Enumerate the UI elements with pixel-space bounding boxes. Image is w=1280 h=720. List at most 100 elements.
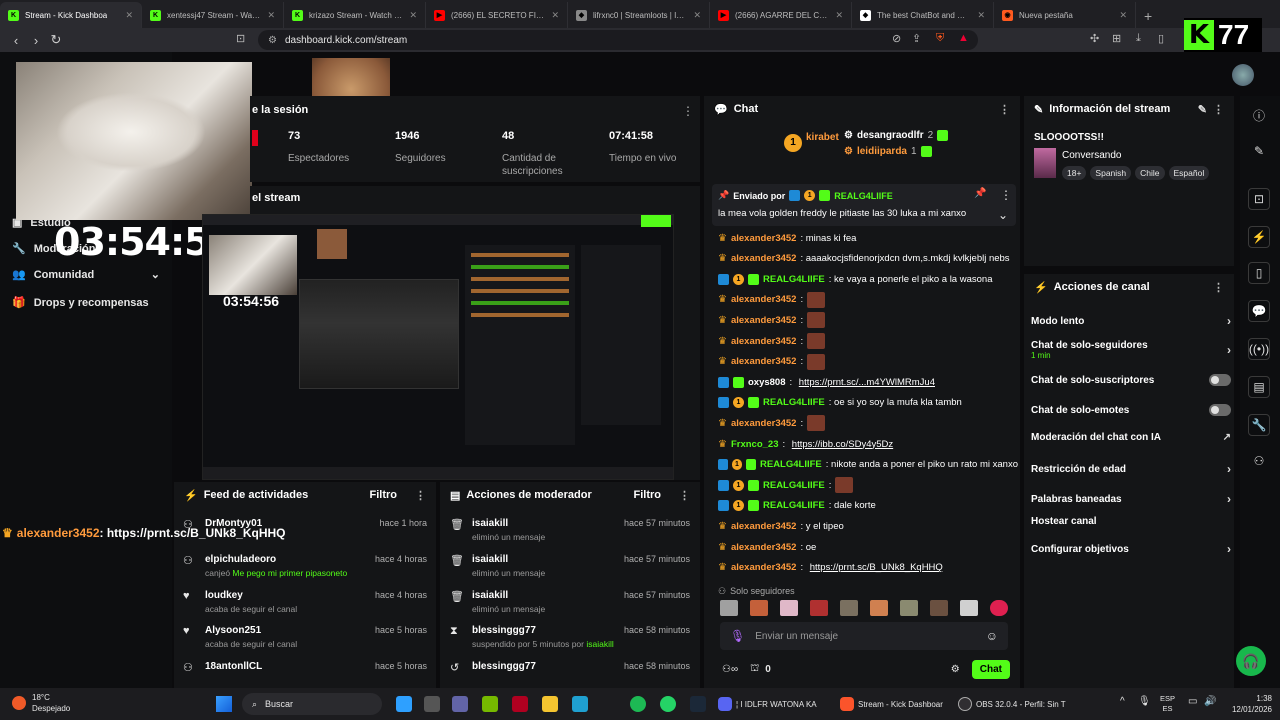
tag[interactable]: Chile: [1135, 166, 1165, 180]
activity-feed-row[interactable]: ⚇ 18antonllCL hace 5 horas: [183, 661, 427, 674]
more-options-icon[interactable]: ⋮: [1213, 281, 1224, 294]
gear-icon[interactable]: ⚙: [951, 664, 960, 675]
emote[interactable]: [870, 600, 888, 616]
stream-preview-video[interactable]: 03:54:56: [202, 214, 674, 480]
emote[interactable]: [810, 600, 828, 616]
browser-tab[interactable]: Kkrizazo Stream - Watch Live on ✕: [284, 2, 426, 28]
more-options-icon[interactable]: ⋮: [1000, 188, 1012, 202]
chat-username[interactable]: oxys808: [748, 377, 786, 388]
support-button[interactable]: 🎧: [1236, 646, 1266, 676]
chat-message[interactable]: ♛ alexander3452: oe: [718, 539, 1018, 555]
extensions-icon[interactable]: ✣: [1090, 32, 1099, 45]
language-indicator[interactable]: ESP ES: [1160, 694, 1175, 714]
more-options-icon[interactable]: ⋮: [682, 104, 694, 118]
chat-username[interactable]: REALG4LIIFE: [763, 397, 825, 408]
teams-icon[interactable]: [452, 696, 468, 712]
chat-message[interactable]: ♛ alexander3452:: [718, 333, 1018, 349]
channel-action-item[interactable]: Chat de solo-suscriptores: [1031, 374, 1231, 386]
forward-icon[interactable]: ›: [26, 33, 46, 48]
site-info-icon[interactable]: ⚙: [268, 35, 277, 46]
chat-message[interactable]: oxys808: https://prnt.sc/...m4YWlMRmJu4: [718, 374, 1018, 390]
nvidia-icon[interactable]: [482, 696, 498, 712]
chat-username[interactable]: alexander3452: [731, 521, 797, 532]
flash-icon[interactable]: ⚡: [1248, 226, 1270, 248]
calendar-icon[interactable]: [424, 696, 440, 712]
points-icon[interactable]: ⛫: [750, 663, 759, 676]
more-options-icon[interactable]: ⋮: [999, 103, 1010, 116]
chat-message[interactable]: ♛ alexander3452: https://prnt.sc/B_UNk8_K…: [718, 560, 1018, 576]
close-icon[interactable]: ✕: [267, 10, 275, 21]
chat-username[interactable]: alexander3452: [731, 356, 797, 367]
taskbar-app-discord[interactable]: ¦ I IDLFR WATONA KA: [718, 697, 817, 711]
activity-feed-row[interactable]: ♥ loudkey hace 4 horas acaba de seguir el c…: [183, 590, 427, 614]
microphone-icon[interactable]: 🎙: [730, 629, 745, 643]
channel-action-item[interactable]: Modo lento ›: [1031, 314, 1231, 328]
info-icon[interactable]: ⓘ: [1248, 104, 1270, 126]
browser-tab[interactable]: ◆ lifrxnc0 | Streamloots | Interaccio ✕: [568, 2, 710, 28]
clock[interactable]: 1:38 12/01/2026: [1222, 693, 1272, 715]
chat-input[interactable]: 🎙 Enviar un mensaje ☺: [720, 622, 1008, 650]
tag[interactable]: Spanish: [1090, 166, 1132, 180]
users-icon[interactable]: ⚇∞: [722, 664, 738, 675]
chat-username[interactable]: REALG4LIIFE: [763, 480, 825, 491]
close-icon[interactable]: ✕: [693, 10, 701, 21]
phone-icon[interactable]: ▯: [1248, 262, 1270, 284]
chat-link[interactable]: https://prnt.sc/B_UNk8_KqHHQ: [810, 562, 943, 573]
activity-feed-row[interactable]: ⚇ elpichuladeoro hace 4 horas canjeó Me peg…: [183, 554, 427, 578]
chat-username[interactable]: REALG4LIIFE: [760, 459, 822, 470]
reload-icon[interactable]: ↻: [46, 32, 66, 48]
mod-action-row[interactable]: 🗑 isaiakill hace 57 minutos eliminó un mens…: [450, 554, 690, 578]
sidebar-toggle-icon[interactable]: ▯: [1158, 32, 1164, 45]
chat-send-button[interactable]: Chat: [971, 659, 1010, 679]
chat-message[interactable]: 1 REALG4LIIFE: oe si yo soy la mufa kla t…: [718, 395, 1018, 411]
broadcast-icon[interactable]: ((•)): [1248, 338, 1270, 360]
app-icon[interactable]: [512, 696, 528, 712]
list-icon[interactable]: ▤: [1248, 376, 1270, 398]
filter-button[interactable]: Filtro: [370, 489, 398, 501]
brave-shield-icon[interactable]: ⛨: [936, 32, 944, 45]
rewards-icon[interactable]: ▲: [958, 32, 969, 44]
folder-icon[interactable]: [542, 696, 558, 712]
close-icon[interactable]: ✕: [1119, 10, 1127, 21]
emote[interactable]: [930, 600, 948, 616]
close-icon[interactable]: ✕: [409, 10, 417, 21]
camera-icon[interactable]: ⊡: [1248, 188, 1270, 210]
spotify-icon[interactable]: [630, 696, 646, 712]
mute-icon[interactable]: ⊘: [892, 32, 901, 45]
chat-link[interactable]: https://ibb.co/SDy4y5Dz: [792, 439, 893, 450]
chat-username[interactable]: alexander3452: [731, 542, 797, 553]
chat-message[interactable]: 1 REALG4LIIFE: ke vaya a ponerle el piko …: [718, 271, 1018, 287]
tray-chevron-icon[interactable]: ^: [1120, 696, 1125, 707]
chevron-down-icon[interactable]: ⌄: [998, 208, 1008, 222]
channel-action-item[interactable]: Hostear canal: [1031, 516, 1231, 527]
new-tab-button[interactable]: +: [1136, 8, 1160, 28]
channel-action-item[interactable]: Chat de solo-seguidores 1 min ›: [1031, 340, 1231, 360]
emote[interactable]: [840, 600, 858, 616]
browser-tab[interactable]: K Stream - Kick Dashboa ✕: [0, 2, 142, 28]
chat-message[interactable]: 1 REALG4LIIFE:: [718, 477, 1018, 494]
edit-icon[interactable]: ✎: [1248, 140, 1270, 162]
mod-action-row[interactable]: ⧗ blessinggg77 hace 58 minutos suspendido p…: [450, 625, 690, 649]
edit-icon[interactable]: ✎: [1198, 103, 1207, 116]
filter-button[interactable]: Filtro: [634, 489, 662, 501]
emote[interactable]: [780, 600, 798, 616]
pin-toggle-icon[interactable]: 📌: [974, 188, 986, 199]
browser-tab[interactable]: ◉ Nueva pestaña ✕: [994, 2, 1136, 28]
chat-message[interactable]: ♛ alexander3452:: [718, 353, 1018, 370]
weather-widget[interactable]: 18°C Despejado: [12, 692, 70, 714]
leader-first[interactable]: kirabet: [806, 132, 839, 143]
emote[interactable]: [990, 600, 1008, 616]
channel-action-item[interactable]: Chat de solo-emotes: [1031, 404, 1231, 416]
channel-action-item[interactable]: Moderación del chat con IA ↗: [1031, 432, 1231, 443]
avatar[interactable]: [1232, 64, 1254, 86]
chat-message[interactable]: 1 REALG4LIIFE: dale korte: [718, 498, 1018, 514]
chat-username[interactable]: alexander3452: [731, 562, 797, 573]
close-icon[interactable]: ✕: [125, 10, 133, 21]
chat-username[interactable]: alexander3452: [731, 418, 797, 429]
emote[interactable]: [960, 600, 978, 616]
taskbar-app-brave[interactable]: Stream - Kick Dashboar: [840, 697, 943, 711]
emote[interactable]: [900, 600, 918, 616]
more-options-icon[interactable]: ⋮: [679, 489, 690, 502]
close-icon[interactable]: ✕: [835, 10, 843, 21]
chat-message[interactable]: ♛ alexander3452:: [718, 415, 1018, 432]
